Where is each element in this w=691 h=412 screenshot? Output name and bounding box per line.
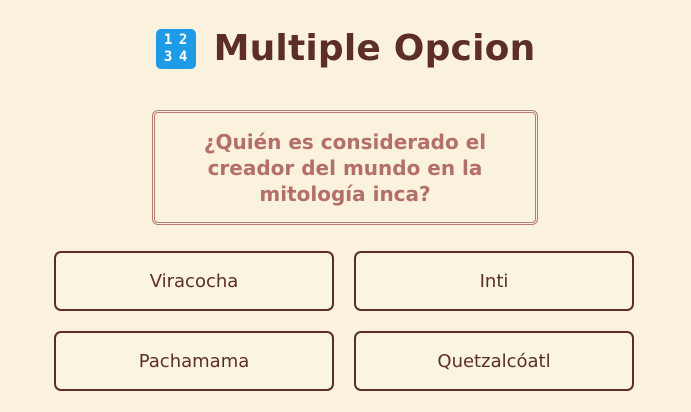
input-numbers-icon: 1 2 3 4	[155, 28, 196, 69]
question-box: ¿Quién es considerado el creador del mun…	[152, 110, 538, 225]
option-button-4[interactable]: Quetzalcóatl	[354, 331, 634, 391]
option-button-3[interactable]: Pachamama	[54, 331, 334, 391]
header: 1 2 3 4 Multiple Opcion	[0, 28, 691, 69]
icon-digit-4: 4	[178, 49, 188, 65]
question-text: ¿Quién es considerado el creador del mun…	[203, 129, 487, 206]
page-title: Multiple Opcion	[213, 28, 536, 69]
option-button-2[interactable]: Inti	[354, 251, 634, 311]
icon-digit-1: 1	[163, 32, 173, 48]
icon-digit-3: 3	[163, 49, 173, 65]
option-button-1[interactable]: Viracocha	[54, 251, 334, 311]
icon-digit-2: 2	[178, 32, 188, 48]
